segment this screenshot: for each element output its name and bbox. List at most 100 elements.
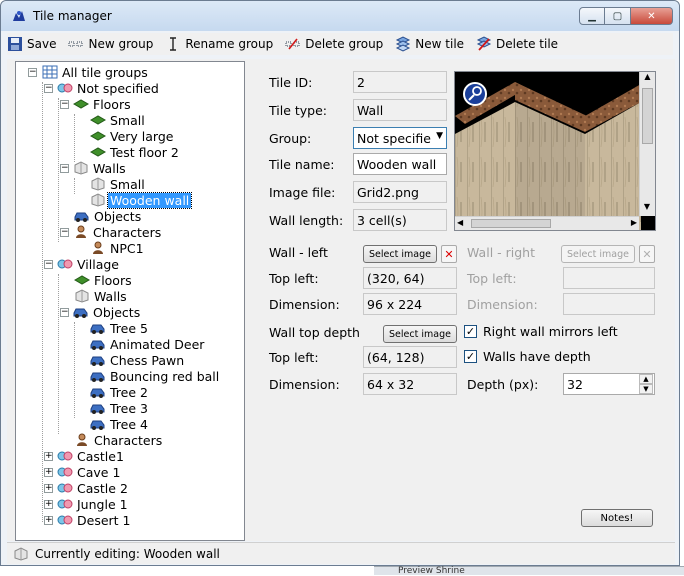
new-tile-button[interactable]: New tile <box>395 36 464 52</box>
expand-toggle[interactable]: + <box>44 499 53 509</box>
clear-image-left-button[interactable]: ✕ <box>441 245 457 263</box>
group-select[interactable]: Not specifie ▼ <box>353 127 447 149</box>
tree-item-animated-deer[interactable]: Animated Deer <box>90 336 206 352</box>
depth-label: Depth (px): <box>467 377 539 392</box>
floor-tile-icon <box>90 131 106 141</box>
tree-item-village-characters[interactable]: Characters <box>74 432 164 448</box>
spin-down-arrow[interactable]: ▼ <box>639 384 653 394</box>
tree-item-castle2[interactable]: + Castle 2 <box>44 480 130 496</box>
car-icon <box>90 324 105 334</box>
tree-item-walls-small[interactable]: Small <box>90 176 147 192</box>
car-icon <box>90 340 105 350</box>
tree-item-not-specified[interactable]: − Not specified <box>44 80 161 96</box>
minimize-button[interactable]: ▁ <box>579 7 605 25</box>
tile-type-field: Wall <box>353 99 447 121</box>
select-image-left-button[interactable]: Select image <box>363 245 437 263</box>
tree-item-chess-pawn[interactable]: Chess Pawn <box>90 352 186 368</box>
right-top-left-field <box>563 267 655 289</box>
tree-item-characters[interactable]: − Characters <box>60 224 163 240</box>
tile-name-input[interactable]: Wooden wall <box>353 153 447 175</box>
delete-tile-button[interactable]: Delete tile <box>476 36 558 52</box>
tree-item-desert1[interactable]: + Desert 1 <box>44 512 133 528</box>
collapse-toggle[interactable]: − <box>44 259 53 269</box>
car-icon <box>90 356 105 366</box>
new-group-button[interactable]: New group <box>68 36 153 52</box>
tree-item-village[interactable]: − Village <box>44 256 121 272</box>
expand-toggle[interactable]: + <box>44 467 53 477</box>
floor-tile-icon <box>73 99 89 109</box>
select-image-right-button[interactable]: Select image <box>561 245 635 263</box>
expand-toggle[interactable]: + <box>44 483 53 493</box>
collapse-toggle[interactable]: − <box>28 67 37 77</box>
left-dimension-field: 96 x 224 <box>363 293 457 315</box>
preview-horizontal-scrollbar[interactable]: ◀ ▶ <box>455 216 639 230</box>
expand-toggle[interactable]: + <box>44 451 53 461</box>
tree-item-very-large[interactable]: Very large <box>90 128 175 144</box>
right-wall-mirrors-label: Right wall mirrors left <box>483 324 618 339</box>
person-icon <box>76 225 86 238</box>
tile-name-label: Tile name: <box>269 157 335 172</box>
scroll-thumb[interactable] <box>471 219 551 228</box>
tree-item-village-objects[interactable]: − Objects <box>60 304 142 320</box>
expand-toggle[interactable]: + <box>44 515 53 525</box>
scroll-left-arrow[interactable]: ◀ <box>457 218 463 227</box>
collapse-toggle[interactable]: − <box>60 163 69 173</box>
tree-root[interactable]: − All tile groups <box>28 64 150 80</box>
car-icon <box>73 308 88 318</box>
tree-item-floors[interactable]: − Floors <box>60 96 133 112</box>
wall-tile-icon <box>91 177 105 191</box>
wall-left-label: Wall - left <box>269 245 328 260</box>
tree-item-bouncing-red-ball[interactable]: Bouncing red ball <box>90 368 221 384</box>
walls-have-depth-label: Walls have depth <box>483 349 591 364</box>
scroll-up-arrow[interactable]: ▲ <box>640 72 655 86</box>
tree-item-tree5[interactable]: Tree 5 <box>90 320 150 336</box>
delete-group-button[interactable]: Delete group <box>285 36 383 52</box>
close-icon: ✕ <box>444 247 454 261</box>
depth-spinbox[interactable]: 32 ▲ ▼ <box>563 373 655 395</box>
rename-group-button[interactable]: Rename group <box>165 36 273 52</box>
collapse-toggle[interactable]: − <box>60 307 69 317</box>
scroll-down-arrow[interactable]: ▼ <box>640 202 654 216</box>
tree-item-village-walls[interactable]: Walls <box>74 288 129 304</box>
tile-group-tree[interactable]: − All tile groups − Not specified − Floo… <box>15 61 245 541</box>
status-bar: Currently editing: Wooden wall <box>7 542 675 564</box>
walls-have-depth-checkbox[interactable]: ✓ <box>464 350 477 363</box>
tree-item-small[interactable]: Small <box>90 112 147 128</box>
scroll-thumb[interactable] <box>642 88 653 144</box>
tree-item-wooden-wall[interactable]: Wooden wall <box>90 191 193 209</box>
car-icon <box>90 388 105 398</box>
tree-item-jungle1[interactable]: + Jungle 1 <box>44 496 130 512</box>
tree-item-tree2[interactable]: Tree 2 <box>90 384 150 400</box>
collapse-toggle[interactable]: − <box>60 227 69 237</box>
background-window-strip[interactable]: Preview Shrine <box>374 566 684 576</box>
spin-up-arrow[interactable]: ▲ <box>639 374 653 384</box>
chevron-down-icon: ▼ <box>436 131 443 141</box>
select-image-top-button[interactable]: Select image <box>383 325 457 343</box>
tree-item-village-floors[interactable]: Floors <box>74 272 134 288</box>
tree-item-castle1[interactable]: + Castle1 <box>44 448 126 464</box>
tree-item-tree3[interactable]: Tree 3 <box>90 400 150 416</box>
title-bar[interactable]: Tile manager ▁ ▢ ✕ <box>1 1 679 31</box>
top-top-left-label: Top left: <box>269 350 319 365</box>
tree-item-tree4[interactable]: Tree 4 <box>90 416 150 432</box>
tree-item-test-floor-2[interactable]: Test floor 2 <box>90 144 181 160</box>
clear-image-right-button[interactable]: ✕ <box>639 245 655 263</box>
maximize-button[interactable]: ▢ <box>605 7 631 25</box>
tree-item-npc1[interactable]: NPC1 <box>90 240 146 256</box>
collapse-toggle[interactable]: − <box>44 83 53 93</box>
tile-preview[interactable]: ▲ ▼ ◀ ▶ <box>454 71 656 231</box>
save-button[interactable]: Save <box>7 36 56 52</box>
tree-item-walls[interactable]: − Walls <box>60 160 128 176</box>
person-icon <box>93 241 103 254</box>
group-icon <box>57 83 73 93</box>
group-icon <box>57 467 73 477</box>
notes-button[interactable]: Notes! <box>581 509 653 527</box>
preview-vertical-scrollbar[interactable]: ▲ ▼ <box>639 72 655 216</box>
tree-item-objects[interactable]: Objects <box>74 208 143 224</box>
collapse-toggle[interactable]: − <box>60 99 69 109</box>
scroll-right-arrow[interactable]: ▶ <box>631 218 637 227</box>
wall-length-label: Wall length: <box>269 213 344 228</box>
close-button[interactable]: ✕ <box>631 7 673 25</box>
tree-item-cave1[interactable]: + Cave 1 <box>44 464 122 480</box>
right-wall-mirrors-checkbox[interactable]: ✓ <box>464 325 477 338</box>
